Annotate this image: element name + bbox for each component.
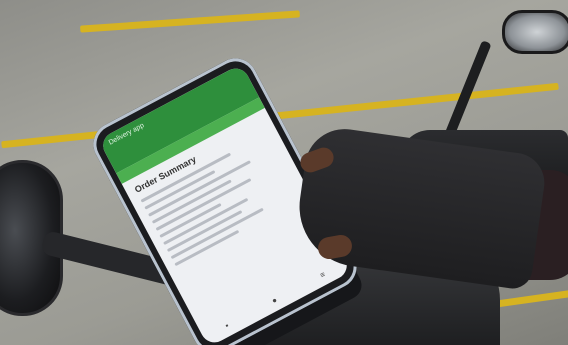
menu-icon[interactable]: ≡ [318, 270, 326, 280]
right-mirror [502, 10, 568, 54]
photo-scene: Delivery app Order Summary ▪ ● ≡ [0, 0, 568, 345]
person-icon[interactable]: ● [270, 295, 279, 305]
parking-stripe [80, 10, 300, 33]
home-icon[interactable]: ▪ [224, 321, 231, 330]
